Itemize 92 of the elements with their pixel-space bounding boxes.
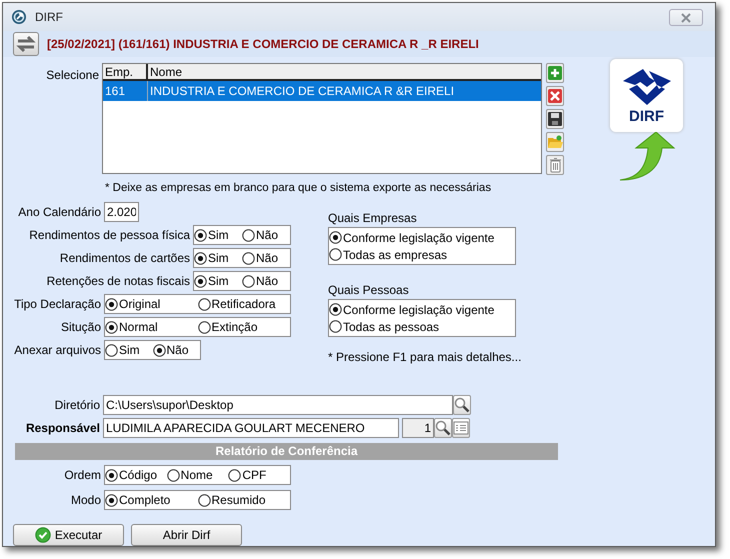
field-label: Selecione — [45, 67, 100, 84]
radio-label[interactable]: Retificadora — [212, 295, 276, 314]
swap-arrows-icon — [15, 35, 37, 54]
note-text: * Deixe as empresas em branco para que o sistema exporte as necessárias — [105, 181, 492, 196]
radio-button[interactable] — [105, 494, 118, 507]
radio-button[interactable] — [329, 303, 342, 316]
open-button[interactable]: Abrir Dirf — [131, 524, 242, 546]
trash-button[interactable] — [546, 155, 564, 175]
radio-button[interactable] — [105, 344, 118, 357]
field-label: Ordem — [63, 467, 102, 484]
radio-button[interactable] — [105, 320, 118, 334]
field-label: Diretório — [54, 397, 101, 414]
radio-label[interactable]: Completo — [119, 491, 170, 510]
list-icon — [453, 421, 469, 436]
field-label: Rendimentos de pessoa física — [28, 227, 191, 244]
logo-text: DIRF — [629, 109, 664, 125]
radio-label[interactable]: Sim — [208, 272, 229, 290]
radio-label[interactable]: Não — [256, 249, 278, 268]
field-label: Responsável — [24, 420, 101, 438]
window-title: DIRF — [35, 9, 63, 26]
field-label: Modo — [70, 492, 102, 510]
radio-label[interactable]: Conforme legislação vigente — [343, 228, 494, 247]
swap-button[interactable] — [13, 32, 39, 56]
responsible-field[interactable]: LUDIMILA APARECIDA GOULART MECENERO — [103, 418, 399, 438]
radio-button[interactable] — [242, 274, 255, 288]
trash-icon — [547, 157, 563, 173]
radio-button[interactable] — [105, 468, 118, 482]
field-label: Retenções de notas fiscais — [46, 273, 191, 290]
radio-label[interactable]: Todas as empresas — [343, 246, 448, 264]
app-icon — [11, 9, 27, 25]
radio-label[interactable]: Original — [119, 295, 160, 314]
help-text: * Pressione F1 para mais detalhes... — [328, 349, 522, 366]
add-button[interactable] — [546, 63, 564, 83]
delete-button[interactable] — [546, 86, 564, 106]
radio-button[interactable] — [329, 231, 342, 244]
table-cell-text: INDUSTRIA E COMERCIO DE CERAMICA R &R EIRELI — [149, 83, 456, 100]
radio-label[interactable]: Código — [119, 466, 158, 484]
radio-label[interactable]: Sim — [119, 341, 140, 360]
table-cell: 161 — [103, 81, 148, 101]
field-label: Ano Calendário — [17, 204, 102, 222]
radio-button[interactable] — [329, 320, 342, 334]
group-label: Quais Pessoas — [328, 282, 410, 300]
radio-button[interactable] — [105, 298, 118, 311]
code-field[interactable]: 1 — [402, 418, 434, 438]
column-header: Nome — [149, 64, 184, 79]
directory-field[interactable]: C:\Users\supor\Desktop — [103, 395, 453, 416]
close-icon — [680, 12, 692, 23]
column-header: Emp. — [103, 64, 148, 79]
radio-label[interactable]: Resumido — [212, 491, 266, 510]
x-icon — [547, 88, 563, 104]
radio-button[interactable] — [329, 248, 342, 262]
field-label: Situção — [60, 319, 102, 336]
plus-icon — [547, 65, 563, 81]
section-header: Relatório de Conferência — [15, 443, 558, 460]
radio-label[interactable]: Extinção — [212, 318, 258, 336]
folder-icon — [547, 134, 563, 150]
close-button[interactable] — [669, 8, 703, 26]
field-label: Tipo Declaração — [13, 296, 102, 314]
check-icon — [34, 527, 51, 544]
field-label: Rendimentos de cartões — [58, 250, 191, 268]
radio-label[interactable]: Conforme legislação vigente — [343, 300, 494, 319]
radio-button[interactable] — [228, 468, 242, 482]
radio-button[interactable] — [166, 468, 180, 482]
radio-button[interactable] — [194, 228, 207, 242]
search-icon — [454, 397, 470, 414]
radio-button[interactable] — [198, 494, 210, 507]
radio-button[interactable] — [194, 274, 207, 288]
radio-label[interactable]: Sim — [208, 249, 229, 268]
radio-button[interactable] — [194, 252, 207, 265]
radio-label[interactable]: Normal — [119, 318, 158, 336]
field-label: Anexar arquivos — [13, 342, 102, 360]
group-label: Quais Empresas — [328, 210, 418, 228]
radio-label[interactable]: Nome — [180, 466, 213, 484]
radio-label[interactable]: Não — [256, 226, 278, 244]
search-button[interactable] — [434, 418, 452, 438]
radio-button[interactable] — [198, 298, 210, 311]
save-button[interactable] — [546, 109, 564, 129]
radio-button[interactable] — [198, 320, 210, 334]
search-button[interactable] — [453, 395, 471, 416]
radio-button[interactable] — [242, 252, 255, 265]
radio-label[interactable]: Não — [166, 341, 189, 360]
header-title: [25/02/2021] (161/161) INDUSTRIA E COMERCIO DE CERAMICA R _R EIRELI — [47, 36, 479, 53]
curved-arrow-icon — [618, 132, 676, 182]
radio-button[interactable] — [152, 344, 166, 357]
radio-label[interactable]: Sim — [208, 226, 229, 244]
radio-label[interactable]: Todas as pessoas — [343, 318, 440, 336]
radio-button[interactable] — [242, 228, 255, 242]
execute-button[interactable]: Executar — [13, 524, 124, 546]
table-row[interactable]: 161 INDUSTRIA E COMERCIO DE CERAMICA R &R EIRELI — [103, 81, 541, 101]
radio-label[interactable]: Não — [256, 272, 278, 290]
search-icon — [435, 420, 451, 436]
radio-label[interactable]: CPF — [242, 466, 266, 484]
